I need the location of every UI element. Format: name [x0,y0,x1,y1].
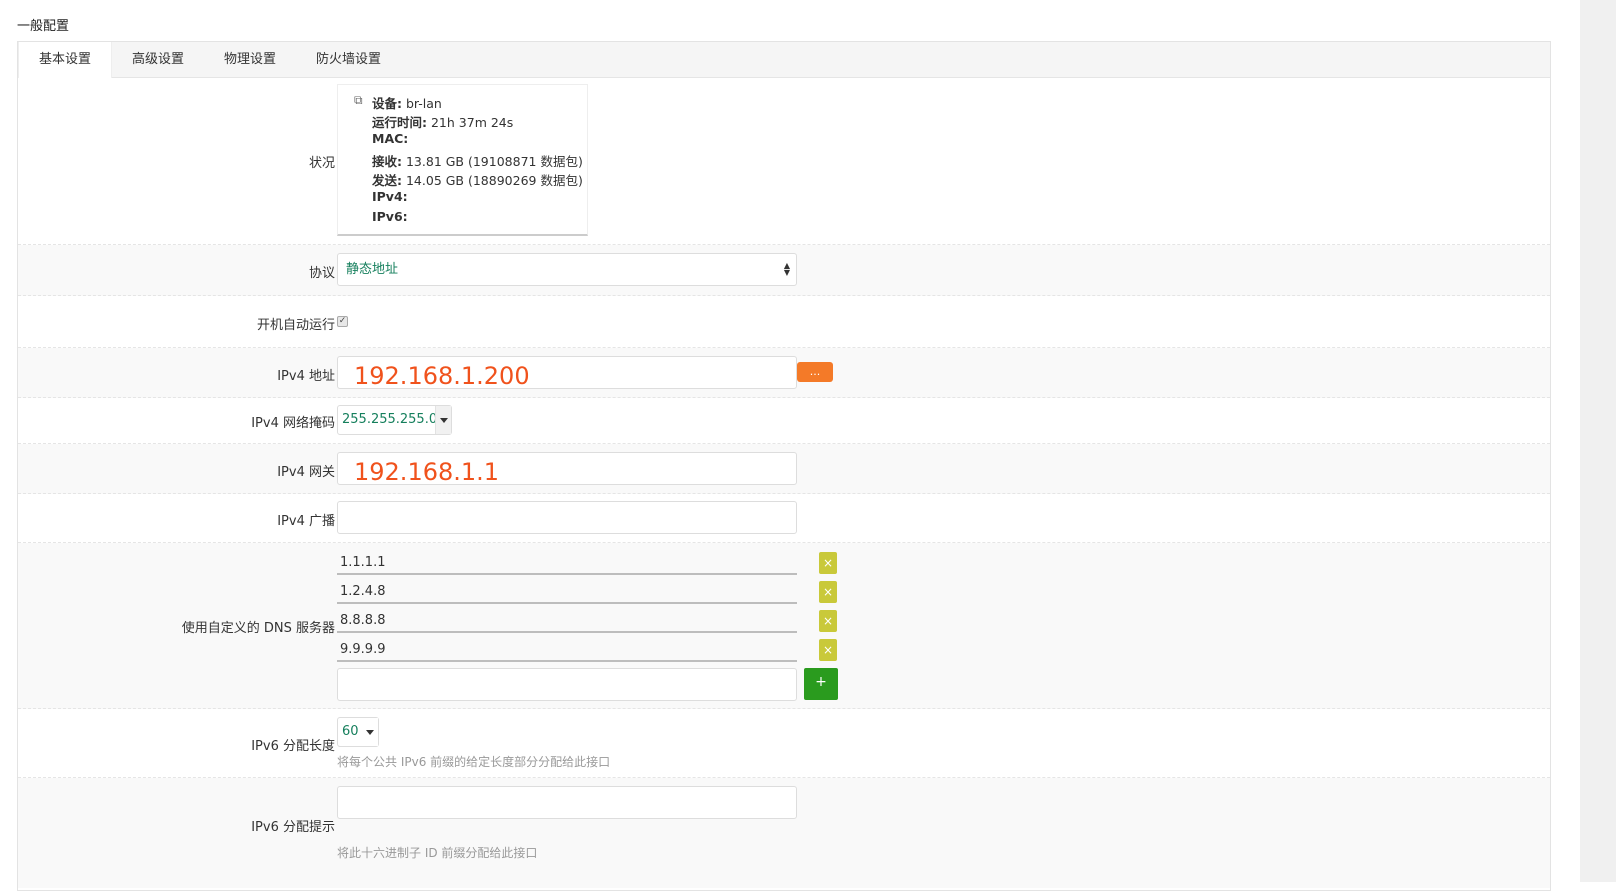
tab-advanced[interactable]: 高级设置 [112,42,204,78]
dns-server-field[interactable]: 9.9.9.9 [337,636,797,662]
ipv6-length-row: IPv6 分配长度 60 将每个公共 IPv6 前缀的给定长度部分分配给此接口 [18,709,1550,778]
protocol-select[interactable]: 静态地址 ▲ ▼ [337,253,797,286]
ipv4-gateway-row: IPv4 网关 192.168.1.1 [18,444,1550,494]
dns-server-field[interactable]: 1.2.4.8 [337,578,797,604]
network-device-icon: ⧉ [354,93,363,107]
autostart-label: 开机自动运行 [256,318,335,333]
dropdown-caret-icon [362,718,378,746]
ipv6-hint-hint: 将此十六进制子 ID 前缀分配给此接口 [337,846,538,860]
dns-remove-button[interactable]: × [819,581,837,603]
ipv4-broadcast-row: IPv4 广播 [18,494,1550,543]
dns-add-button[interactable]: + [804,668,838,700]
ipv4-gateway-input[interactable]: 192.168.1.1 [337,452,797,486]
status-ipv6: IPv6: [372,209,408,224]
ipv4-address-row: IPv4 地址 192.168.1.200 ... [18,348,1550,398]
status-label: 状况 [308,156,335,171]
ipv4-netmask-value: 255.255.255.0 [342,412,438,427]
tab-firewall[interactable]: 防火墙设置 [296,42,401,78]
status-box: ⧉ 设备: br-lan 运行时间: 21h 37m 24s MAC: 接收: … [337,84,588,236]
ipv4-address-input[interactable]: 192.168.1.200 [337,356,797,390]
ipv4-netmask-row: IPv4 网络掩码 255.255.255.0 [18,398,1550,444]
ipv4-broadcast-input[interactable] [337,501,797,534]
status-mac: MAC: [372,131,409,146]
ipv4-address-more-button[interactable]: ... [797,362,833,382]
ipv6-hint-label: IPv6 分配提示 [251,820,335,835]
protocol-label: 协议 [308,266,335,281]
dns-remove-button[interactable]: × [819,552,837,574]
tab-physical[interactable]: 物理设置 [204,42,296,78]
ipv4-broadcast-label: IPv4 广播 [277,514,335,529]
status-uptime: 运行时间: 21h 37m 24s [372,115,514,130]
ipv6-hint-input[interactable] [337,786,797,819]
dns-label: 使用自定义的 DNS 服务器 [181,621,335,636]
dns-remove-button[interactable]: × [819,639,837,661]
status-ipv4: IPv4: [372,189,408,204]
dns-server-field[interactable]: 1.1.1.1 [337,549,797,575]
ipv4-address-value: 192.168.1.200 [354,362,530,390]
protocol-row: 协议 静态地址 ▲ ▼ [18,245,1550,296]
status-device: 设备: br-lan [372,96,442,111]
status-tx: 发送: 14.05 GB (18890269 数据包) [372,173,583,188]
status-rx: 接收: 13.81 GB (19108871 数据包) [372,154,583,169]
dns-server-field[interactable]: 8.8.8.8 [337,607,797,633]
ipv4-netmask-select[interactable]: 255.255.255.0 [337,405,452,435]
ipv6-length-hint: 将每个公共 IPv6 前缀的给定长度部分分配给此接口 [337,755,611,769]
dns-new-server-input[interactable] [337,668,797,701]
ipv6-length-label: IPv6 分配长度 [251,739,335,754]
ipv4-gateway-value: 192.168.1.1 [354,458,500,486]
protocol-value: 静态地址 [346,262,399,277]
ipv4-gateway-label: IPv4 网关 [277,465,335,480]
tab-basic[interactable]: 基本设置 [18,42,113,78]
ipv4-netmask-label: IPv4 网络掩码 [251,416,335,431]
section-title: 一般配置 [17,19,70,34]
ipv6-length-value: 60 [342,724,359,739]
autostart-row: 开机自动运行 ✓ [18,296,1550,348]
status-row: 状况 ⧉ 设备: br-lan 运行时间: 21h 37m 24s MAC: 接… [18,78,1550,245]
config-panel: 基本设置 高级设置 物理设置 防火墙设置 状况 ⧉ 设备: br-lan 运行时… [17,41,1551,891]
select-arrows-icon: ▲ ▼ [783,261,790,277]
dropdown-caret-icon [435,406,451,434]
tab-bar: 基本设置 高级设置 物理设置 防火墙设置 [18,42,1550,78]
dns-row: 使用自定义的 DNS 服务器 1.1.1.1 × 1.2.4.8 × 8.8.8… [18,543,1550,709]
dns-remove-button[interactable]: × [819,610,837,632]
ipv6-hint-row: IPv6 分配提示 将此十六进制子 ID 前缀分配给此接口 [18,778,1550,888]
ipv4-address-label: IPv4 地址 [277,369,335,384]
right-gutter [1580,0,1616,882]
autostart-checkbox[interactable]: ✓ [337,316,348,327]
ipv6-length-select[interactable]: 60 [337,717,379,747]
